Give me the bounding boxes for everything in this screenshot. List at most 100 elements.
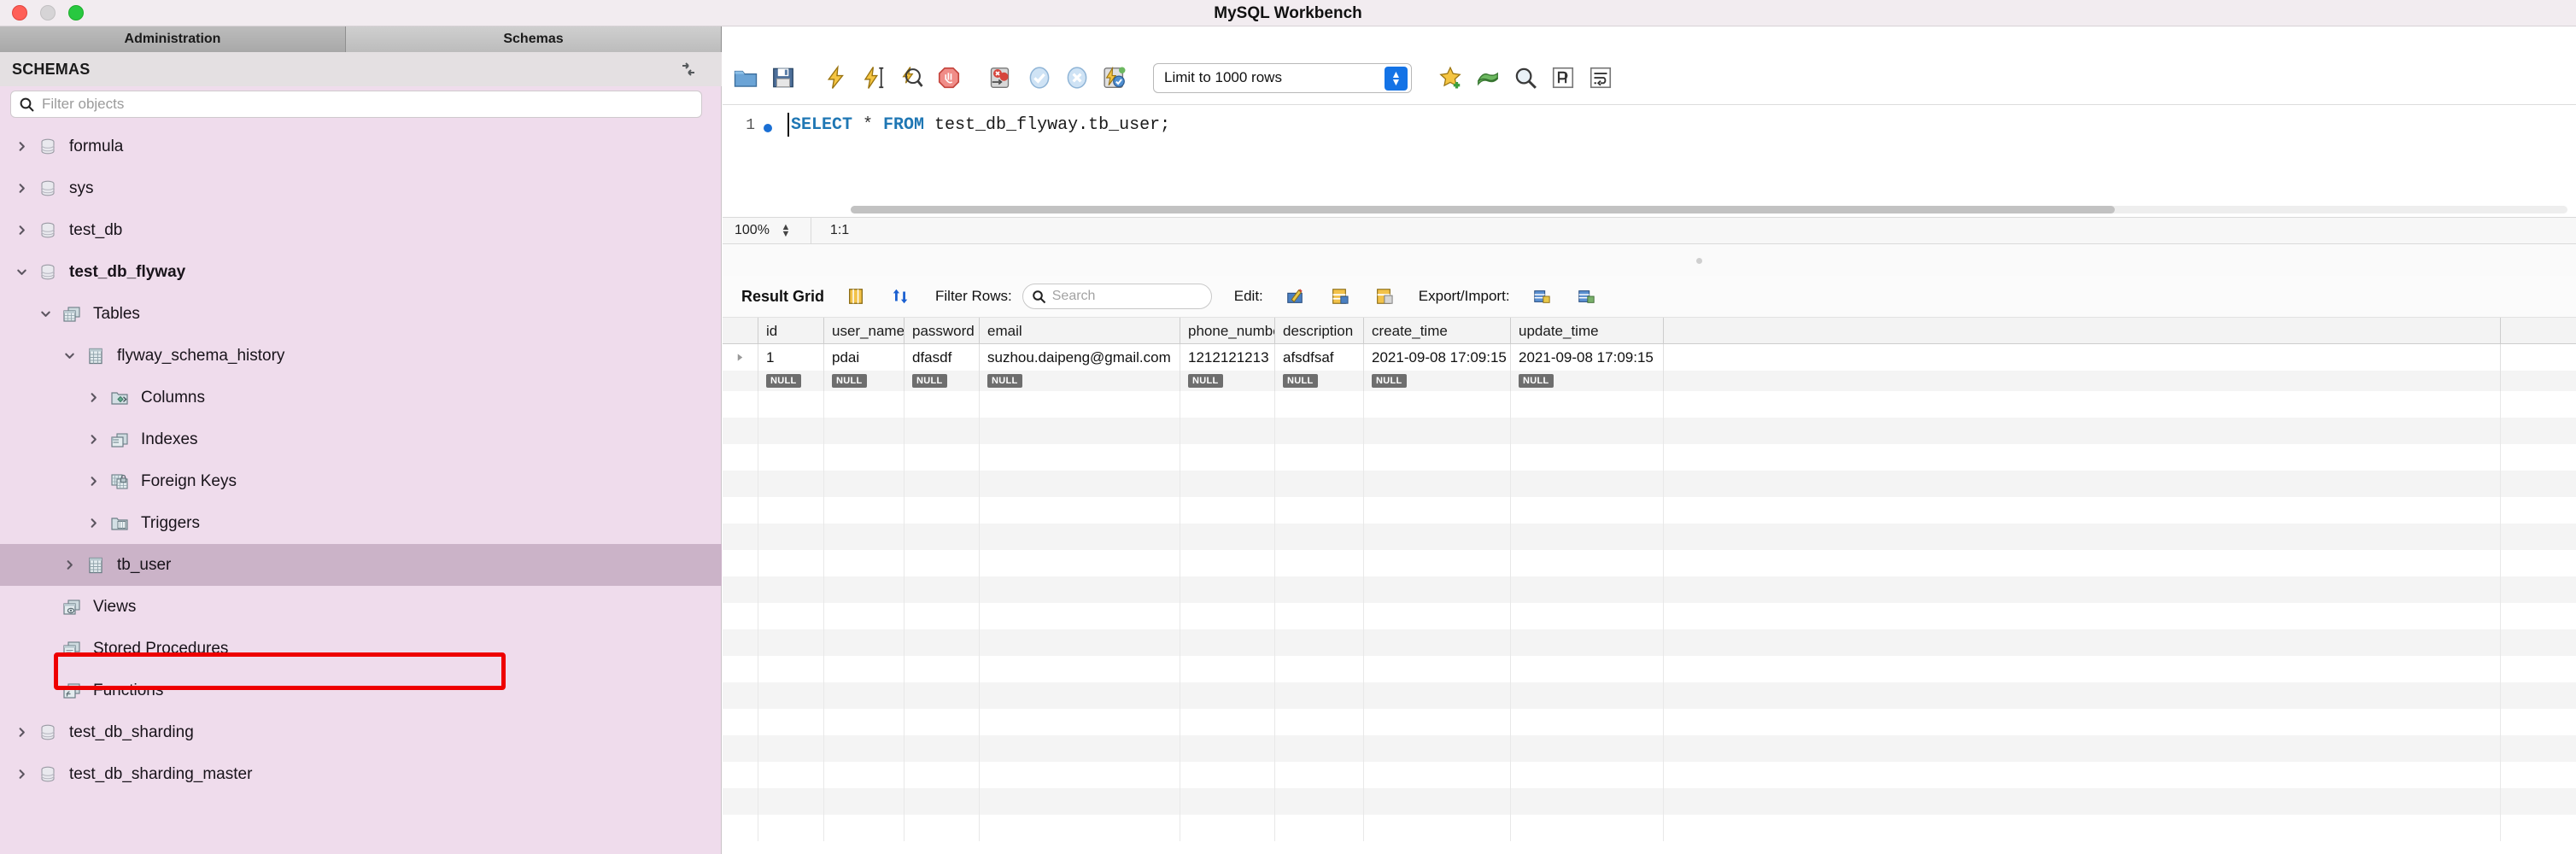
column-header-password[interactable]: password: [905, 317, 980, 344]
insert-row-icon[interactable]: [1326, 284, 1352, 309]
chevron-right-icon[interactable]: [12, 137, 31, 156]
scrollbar-track[interactable]: [851, 206, 2567, 214]
tree-item-test-db-flyway[interactable]: test_db_flyway: [0, 251, 722, 293]
chevron-right-icon[interactable]: [12, 723, 31, 742]
toggle-stop-on-error-icon[interactable]: [987, 63, 1016, 92]
cell-create_time[interactable]: 2021-09-08 17:09:15: [1364, 344, 1511, 371]
cell-user_name[interactable]: pdai: [824, 344, 905, 371]
cell-description[interactable]: afsdfsaf: [1275, 344, 1364, 371]
tree-item-indexes[interactable]: Indexes: [0, 418, 722, 460]
delete-row-icon[interactable]: [1371, 284, 1396, 309]
column-header-phone_number[interactable]: phone_number: [1180, 317, 1275, 344]
result-grid-header[interactable]: iduser_namepasswordemailphone_numberdesc…: [723, 317, 2576, 344]
toggle-context-help-icon[interactable]: [1473, 63, 1502, 92]
cell-update_time[interactable]: 2021-09-08 17:09:15: [1511, 344, 1664, 371]
tree-item-formula[interactable]: formula: [0, 126, 722, 167]
chevron-down-icon[interactable]: [36, 305, 55, 324]
row-indicator-arrow-icon[interactable]: [723, 344, 758, 371]
chevron-right-icon[interactable]: [84, 430, 102, 449]
grid-view-icon[interactable]: [843, 284, 869, 309]
tree-item-stored-procedures[interactable]: Stored Procedures: [0, 628, 722, 670]
rollback-transaction-icon[interactable]: [1063, 63, 1092, 92]
zoom-stepper[interactable]: ▲ ▼: [778, 221, 793, 240]
chevron-right-icon[interactable]: [12, 221, 31, 240]
find-icon[interactable]: [1511, 63, 1540, 92]
result-grid[interactable]: iduser_namepasswordemailphone_numberdesc…: [723, 317, 2576, 854]
cell-id[interactable]: 1: [758, 344, 824, 371]
chevron-right-icon[interactable]: [12, 765, 31, 784]
toggle-autocommit-icon[interactable]: [1100, 63, 1129, 92]
execute-current-statement-icon[interactable]: [859, 63, 888, 92]
table-row[interactable]: 1 pdai dfasdf suzhou.daipeng@gmail.com 12121…: [723, 344, 2576, 371]
chevron-right-icon[interactable]: [84, 472, 102, 491]
null-cell-password[interactable]: NULL: [905, 371, 980, 391]
wrap-lines-icon[interactable]: [1586, 63, 1615, 92]
tree-item-test-db[interactable]: test_db: [0, 209, 722, 251]
tree-item-tb-user[interactable]: tb_user: [0, 544, 722, 586]
filter-objects-input[interactable]: [42, 96, 674, 113]
cell-phone_number[interactable]: 1212121213: [1180, 344, 1275, 371]
chevron-right-icon[interactable]: [12, 179, 31, 198]
result-grid-toolbar[interactable]: Result Grid Filter Rows: Edit:: [723, 276, 2576, 318]
tree-item-triggers[interactable]: Triggers: [0, 502, 722, 544]
null-cell-phone_number[interactable]: NULL: [1180, 371, 1275, 391]
tab-schemas[interactable]: Schemas: [346, 26, 722, 52]
sql-editor-toolbar[interactable]: Limit to 1000 rows ▲ ▼: [723, 51, 2576, 105]
tree-item-functions[interactable]: Functions: [0, 670, 722, 711]
chevron-right-icon[interactable]: [84, 389, 102, 407]
tree-item-test-db-sharding-master[interactable]: test_db_sharding_master: [0, 753, 722, 795]
zoom-down-arrow[interactable]: ▼: [781, 230, 790, 239]
new-row-placeholder[interactable]: NULL NULL NULL NULL NULL NULL NULL NULL: [723, 371, 2576, 391]
stop-query-icon[interactable]: [934, 63, 963, 92]
column-header-description[interactable]: description: [1275, 317, 1364, 344]
column-header-update_time[interactable]: update_time: [1511, 317, 1664, 344]
chevron-right-icon[interactable]: [60, 556, 79, 575]
save-sql-script-icon[interactable]: [769, 63, 798, 92]
null-cell-id[interactable]: NULL: [758, 371, 824, 391]
editor-horizontal-scrollbar[interactable]: [723, 202, 2576, 217]
column-header-user_name[interactable]: user_name: [824, 317, 905, 344]
stepper-down-arrow[interactable]: ▼: [1391, 77, 1402, 87]
tree-item-sys[interactable]: sys: [0, 167, 722, 209]
null-cell-update_time[interactable]: NULL: [1511, 371, 1664, 391]
beautify-query-icon[interactable]: [1436, 63, 1465, 92]
tree-item-views[interactable]: Views: [0, 586, 722, 628]
chevron-right-icon[interactable]: [84, 514, 102, 533]
column-header-id[interactable]: id: [758, 317, 824, 344]
import-recordset-icon[interactable]: [1573, 284, 1599, 309]
result-search-field[interactable]: [1022, 284, 1212, 309]
open-sql-script-icon[interactable]: [731, 63, 760, 92]
export-recordset-icon[interactable]: [1529, 284, 1554, 309]
execute-statement-icon[interactable]: [822, 63, 851, 92]
column-header-email[interactable]: email: [980, 317, 1180, 344]
main-tab-bar[interactable]: Administration Schemas: [0, 26, 722, 52]
tree-item-foreign-keys[interactable]: Foreign Keys: [0, 460, 722, 502]
null-cell-user_name[interactable]: NULL: [824, 371, 905, 391]
column-header-blank[interactable]: [1664, 317, 2501, 344]
null-cell-description[interactable]: NULL: [1275, 371, 1364, 391]
refresh-icon[interactable]: [887, 284, 913, 309]
tree-item-flyway-schema-history[interactable]: flyway_schema_history: [0, 335, 722, 377]
chevron-down-icon[interactable]: [60, 347, 79, 366]
null-cell-email[interactable]: NULL: [980, 371, 1180, 391]
collapse-panel-icon[interactable]: [679, 60, 698, 79]
cell-email[interactable]: suzhou.daipeng@gmail.com: [980, 344, 1180, 371]
result-search-input[interactable]: [1051, 289, 1189, 304]
chevron-down-icon[interactable]: [12, 263, 31, 282]
limit-rows-select[interactable]: Limit to 1000 rows ▲ ▼: [1153, 62, 1412, 93]
sql-editor[interactable]: 1 SELECT * FROM test_db_flyway.tb_user;: [723, 105, 2576, 202]
cell-password[interactable]: dfasdf: [905, 344, 980, 371]
null-cell-blank[interactable]: [1664, 371, 2501, 391]
resize-handle-dot-icon[interactable]: [1696, 258, 1702, 264]
tree-item-tables[interactable]: Tables: [0, 293, 722, 335]
toggle-invisible-chars-icon[interactable]: [1549, 63, 1578, 92]
column-header-create_time[interactable]: create_time: [1364, 317, 1511, 344]
cell-blank[interactable]: [1664, 344, 2501, 371]
edit-row-icon[interactable]: [1282, 284, 1308, 309]
commit-transaction-icon[interactable]: [1025, 63, 1054, 92]
tree-item-columns[interactable]: Columns: [0, 377, 722, 418]
limit-rows-stepper[interactable]: ▲ ▼: [1385, 66, 1408, 91]
row-select-header[interactable]: [723, 317, 758, 344]
schema-tree[interactable]: formula sys test_db test_db_flyway Table…: [0, 126, 722, 854]
scrollbar-thumb[interactable]: [851, 206, 2115, 214]
